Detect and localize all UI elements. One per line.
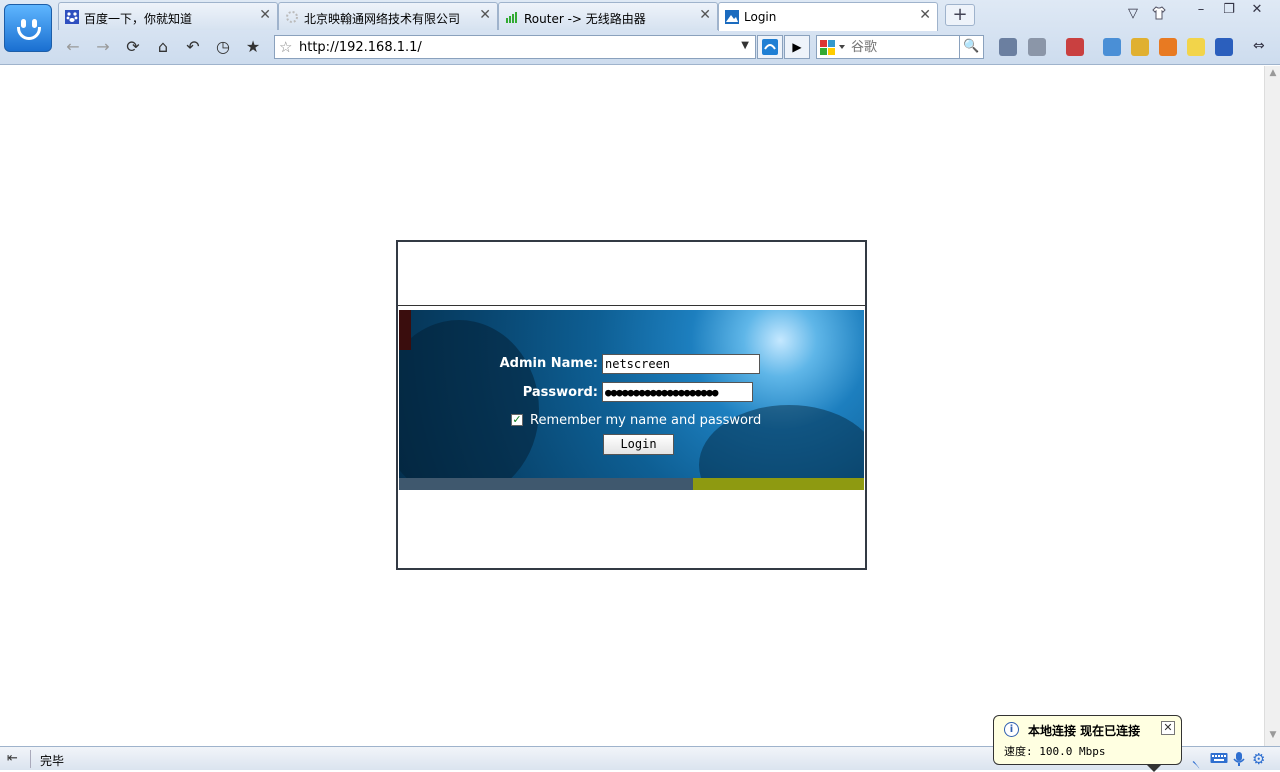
close-tab-icon[interactable]: ✕ [699, 8, 711, 22]
divider [30, 750, 31, 768]
tab-label: Router -> 无线路由器 [524, 12, 646, 26]
close-window-icon[interactable]: ✕ [1246, 2, 1268, 20]
info-icon: i [1004, 722, 1019, 737]
divider [398, 305, 865, 306]
tab-label: 百度一下，你就知道 [84, 12, 193, 26]
minimize-icon[interactable]: – [1190, 2, 1212, 20]
remember-label: Remember my name and password [530, 413, 762, 428]
password-label: Password: [522, 385, 598, 400]
tab-list-icon[interactable]: ▽ [1122, 6, 1144, 24]
search-box[interactable]: 🔍 [816, 35, 984, 59]
restore-icon[interactable]: ❐ [1218, 2, 1240, 20]
accent-bar-right [693, 478, 864, 490]
bookmark-star-icon[interactable]: ☆ [279, 38, 292, 56]
settings-gear-icon[interactable]: ⚙ [1252, 751, 1268, 767]
remember-checkbox[interactable]: ✓ [511, 414, 523, 426]
speed-mode-icon[interactable] [757, 35, 783, 59]
tab-login[interactable]: Login ✕ [718, 2, 938, 31]
night-mode-icon[interactable] [1215, 38, 1233, 56]
home-icon[interactable]: ⌂ [152, 37, 174, 57]
banner-shadow [399, 310, 411, 350]
favorites-star-icon[interactable]: ★ [242, 37, 264, 57]
eraser-icon[interactable] [1131, 38, 1149, 56]
microphone-icon[interactable] [1232, 751, 1248, 767]
skin-shirt-icon[interactable] [1148, 6, 1170, 24]
logo-smile [17, 27, 41, 40]
address-url[interactable]: http://192.168.1.1/ [299, 40, 422, 55]
address-bar[interactable]: ☆ http://192.168.1.1/ ▼ [274, 35, 756, 59]
balloon-tail [1146, 764, 1162, 772]
browser-chrome: 百度一下，你就知道 ✕ 北京映翰通网络技术有限公司 ✕ Router -> 无线… [0, 0, 1280, 65]
password-input[interactable] [602, 382, 753, 402]
scroll-up-icon[interactable]: ▲ [1267, 68, 1279, 82]
notification-speed: 速度: 100.0 Mbps [1004, 745, 1106, 758]
tab-router[interactable]: Router -> 无线路由器 ✕ [498, 2, 718, 30]
keyboard-icon[interactable] [1210, 751, 1228, 767]
close-icon[interactable]: ✕ [1161, 721, 1175, 735]
refresh-icon[interactable]: ⟳ [122, 37, 144, 57]
back-icon[interactable]: ← [62, 37, 84, 57]
browser-logo-icon[interactable] [4, 4, 52, 52]
history-clock-icon[interactable]: ◷ [212, 37, 234, 57]
status-text: 完毕 [40, 754, 65, 768]
notes-icon[interactable] [1187, 38, 1205, 56]
tab-inhand[interactable]: 北京映翰通网络技术有限公司 ✕ [278, 2, 498, 30]
search-input[interactable] [851, 38, 961, 56]
forward-icon[interactable]: → [92, 37, 114, 57]
close-tab-icon[interactable]: ✕ [259, 8, 271, 22]
link-icon[interactable]: ৲ [1192, 751, 1208, 768]
tab-baidu[interactable]: 百度一下，你就知道 ✕ [58, 2, 278, 30]
close-tab-icon[interactable]: ✕ [919, 8, 931, 22]
translate-icon[interactable] [1066, 38, 1084, 56]
undo-close-icon[interactable]: ↶ [182, 37, 204, 57]
magnifier-tool-icon[interactable] [1103, 38, 1121, 56]
notification-title: 本地连接 现在已连接 [1028, 724, 1141, 738]
camera-icon[interactable] [1028, 38, 1046, 56]
sidebar-toggle-icon[interactable]: ⇤ [7, 751, 18, 766]
login-panel [396, 240, 867, 570]
tab-label: Login [744, 10, 777, 24]
close-tab-icon[interactable]: ✕ [479, 8, 491, 22]
rss-icon[interactable] [1159, 38, 1177, 56]
vertical-scrollbar[interactable]: ▲ ▼ [1264, 66, 1280, 746]
menu-icon[interactable]: ⇔ [1253, 38, 1271, 56]
accent-bar-left [399, 478, 693, 490]
admin-name-label: Admin Name: [499, 356, 598, 371]
go-button[interactable]: ▶ [784, 35, 810, 59]
network-notification[interactable]: i 本地连接 现在已连接 速度: 100.0 Mbps ✕ [993, 715, 1182, 772]
loading-icon [285, 10, 299, 24]
google-engine-icon[interactable] [819, 39, 849, 56]
new-tab-button[interactable]: + [945, 4, 975, 26]
mountain-icon [725, 10, 739, 24]
scroll-down-icon[interactable]: ▼ [1267, 730, 1279, 744]
pencil-tool-icon[interactable] [999, 38, 1017, 56]
admin-name-input[interactable] [602, 354, 760, 374]
signal-bars-icon [505, 10, 519, 24]
paw-icon [65, 10, 79, 24]
chevron-down-icon[interactable]: ▼ [741, 40, 749, 51]
login-button[interactable]: Login [603, 434, 674, 455]
tab-label: 北京映翰通网络技术有限公司 [304, 12, 461, 26]
search-icon[interactable]: 🔍 [959, 36, 983, 58]
